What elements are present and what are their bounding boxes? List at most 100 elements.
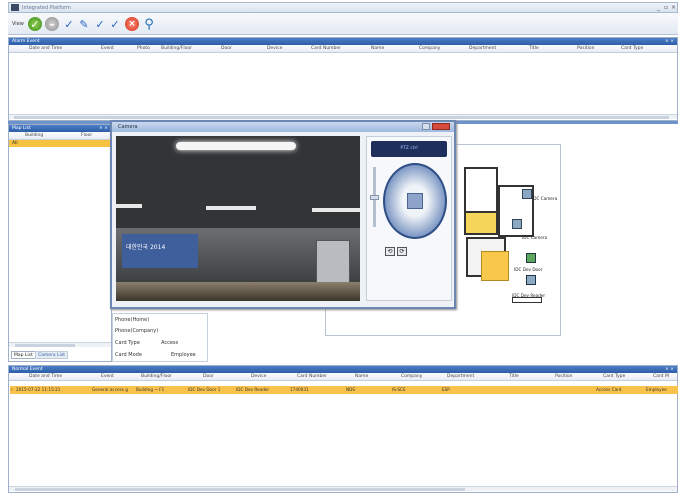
col-date-time[interactable]: Date and Time xyxy=(29,46,62,51)
window-titlebar: Integrated Platform _ ▫ × xyxy=(8,2,678,13)
door-icon[interactable] xyxy=(526,253,536,263)
ncol-card-number[interactable]: Card Number xyxy=(297,374,327,379)
col-card-type[interactable]: Card Type xyxy=(621,46,643,51)
ncol-card-mode[interactable]: Card M xyxy=(653,374,669,379)
alarm-event-title: Alarm Event xyxy=(12,39,40,44)
alarm-panel-close-icon[interactable]: × × xyxy=(665,38,674,45)
minimize-button[interactable]: _ xyxy=(657,4,660,11)
ceiling-light-2 xyxy=(116,204,142,208)
col-device[interactable]: Device xyxy=(267,46,282,51)
checkmark-circle-icon[interactable]: ✓ xyxy=(28,17,42,31)
ncol-card-type[interactable]: Card Type xyxy=(603,374,625,379)
cell-event: General access g xyxy=(92,387,128,392)
cell-door: IDC Dev Door 1 xyxy=(188,387,221,392)
check-small-icon[interactable]: ✓ xyxy=(108,17,122,31)
normal-event-header: Normal Event × × xyxy=(9,366,677,373)
ptz-center-button[interactable] xyxy=(407,193,423,209)
view-menu[interactable]: View xyxy=(12,21,24,27)
col-company[interactable]: Company xyxy=(419,46,440,51)
ncol-title[interactable]: Title xyxy=(509,374,519,379)
event-alert-icon: ⚠ xyxy=(10,387,14,392)
map-list-header: Map List × × xyxy=(9,125,111,132)
col-photo[interactable]: Photo xyxy=(137,46,150,51)
col-card-number[interactable]: Card Number xyxy=(311,46,341,51)
maximize-button[interactable]: ▫ xyxy=(664,4,668,11)
tab-camera-list[interactable]: Camera List xyxy=(35,351,68,359)
col-position[interactable]: Position xyxy=(577,46,595,51)
camera-video-window[interactable]: Camera 대한민국 2014 PTZ ctrl ⟲ ⟳ xyxy=(110,120,456,309)
close-button[interactable]: × xyxy=(671,4,676,11)
properties-panel: Phone(Home) Phone(Company) Card Type Acc… xyxy=(112,313,208,362)
col-department[interactable]: Department xyxy=(469,46,496,51)
ncol-name[interactable]: Name xyxy=(355,374,368,379)
tab-map-list[interactable]: Map List xyxy=(11,351,36,359)
app-icon xyxy=(11,4,19,11)
col-title[interactable]: Title xyxy=(529,46,539,51)
normal-event-title: Normal Event xyxy=(12,367,43,372)
map-list-title: Map List xyxy=(12,126,31,131)
camera-icon-2[interactable] xyxy=(512,219,522,229)
camera-label-1: IDC Camera xyxy=(532,196,558,201)
disabled-circle-icon[interactable]: – xyxy=(45,17,59,31)
cell-department: ESP xyxy=(442,387,450,392)
normal-event-panel: Normal Event × × Date and Time Event Bui… xyxy=(8,365,678,493)
reader-icon[interactable] xyxy=(526,275,536,285)
prop-card-mode-label: Card Mode xyxy=(115,352,142,358)
table-row[interactable]: ⚠ 2015-07-22 11:15:21 General access g B… xyxy=(10,386,678,394)
prop-phone-company: Phone(Company) xyxy=(115,328,159,334)
door-label: IDC Dev Door xyxy=(514,267,543,272)
cell-card-type: Access Card xyxy=(596,387,622,392)
col-door[interactable]: Door xyxy=(221,46,232,51)
col-building[interactable]: Building xyxy=(25,133,43,138)
prop-card-mode-value: Employee xyxy=(171,352,196,358)
normal-panel-close-icon[interactable]: × × xyxy=(665,366,674,373)
map-hscrollbar[interactable] xyxy=(9,342,111,347)
camera-label-2: IDC Camera xyxy=(522,235,548,240)
alarm-hscrollbar[interactable] xyxy=(9,114,677,119)
camera-icon[interactable] xyxy=(522,189,532,199)
normal-hscrollbar[interactable] xyxy=(9,486,677,491)
check-blue-icon[interactable]: ✓ xyxy=(62,17,76,31)
office-desks xyxy=(116,282,360,301)
video-window-titlebar[interactable]: Camera xyxy=(112,122,454,132)
cell-building: Building ~ F1 xyxy=(136,387,165,392)
map-list-item-all[interactable]: All xyxy=(9,140,111,147)
ceiling-light xyxy=(176,142,296,150)
ncol-device[interactable]: Device xyxy=(251,374,266,379)
ncol-date-time[interactable]: Date and Time xyxy=(29,374,62,379)
col-floor[interactable]: Floor xyxy=(81,133,92,138)
alarm-grid-header: Date and Time Event Photo Building/Floor… xyxy=(9,45,677,53)
ncol-event[interactable]: Event xyxy=(101,374,114,379)
zoom-slider-thumb[interactable] xyxy=(370,195,379,200)
cell-time: 2015-07-22 11:15:21 xyxy=(16,387,61,392)
ptz-preset-icon[interactable]: ⟲ xyxy=(385,247,395,256)
edit-check-icon[interactable]: ✎ xyxy=(77,17,91,31)
col-name[interactable]: Name xyxy=(371,46,384,51)
wall-banner: 대한민국 2014 xyxy=(122,234,198,268)
ncol-building-floor[interactable]: Building/Floor xyxy=(141,374,172,379)
cell-device: IDC Dev Reader xyxy=(236,387,270,392)
prop-phone-home: Phone(Home) xyxy=(115,317,150,323)
ncol-door[interactable]: Door xyxy=(203,374,214,379)
ncol-position[interactable]: Position xyxy=(555,374,573,379)
delete-icon[interactable]: × xyxy=(125,17,139,31)
ptz-refresh-icon[interactable]: ⟳ xyxy=(397,247,407,256)
map-list-close-icon[interactable]: × × xyxy=(99,125,108,132)
col-event[interactable]: Event xyxy=(101,46,114,51)
col-building-floor[interactable]: Building/Floor xyxy=(161,46,192,51)
map-list-panel: Map List × × Building Floor All Map List… xyxy=(8,124,112,362)
room-selected[interactable] xyxy=(481,251,509,281)
cell-card-mode: Employee xyxy=(646,387,667,392)
video-minimize-icon[interactable] xyxy=(422,123,430,130)
ncol-department[interactable]: Department xyxy=(447,374,474,379)
video-window-title: Camera xyxy=(118,124,138,130)
video-close-icon[interactable] xyxy=(432,123,450,130)
room-block xyxy=(464,167,498,215)
cell-name: NDS xyxy=(346,387,356,392)
map-scroll-thumb[interactable] xyxy=(15,344,75,347)
check-arrow-icon[interactable]: ✓ xyxy=(93,17,107,31)
normal-scroll-thumb[interactable] xyxy=(15,488,465,491)
alarm-scroll-thumb[interactable] xyxy=(14,116,669,119)
ncol-company[interactable]: Company xyxy=(401,374,422,379)
search-icon[interactable]: ⚲ xyxy=(142,17,156,32)
